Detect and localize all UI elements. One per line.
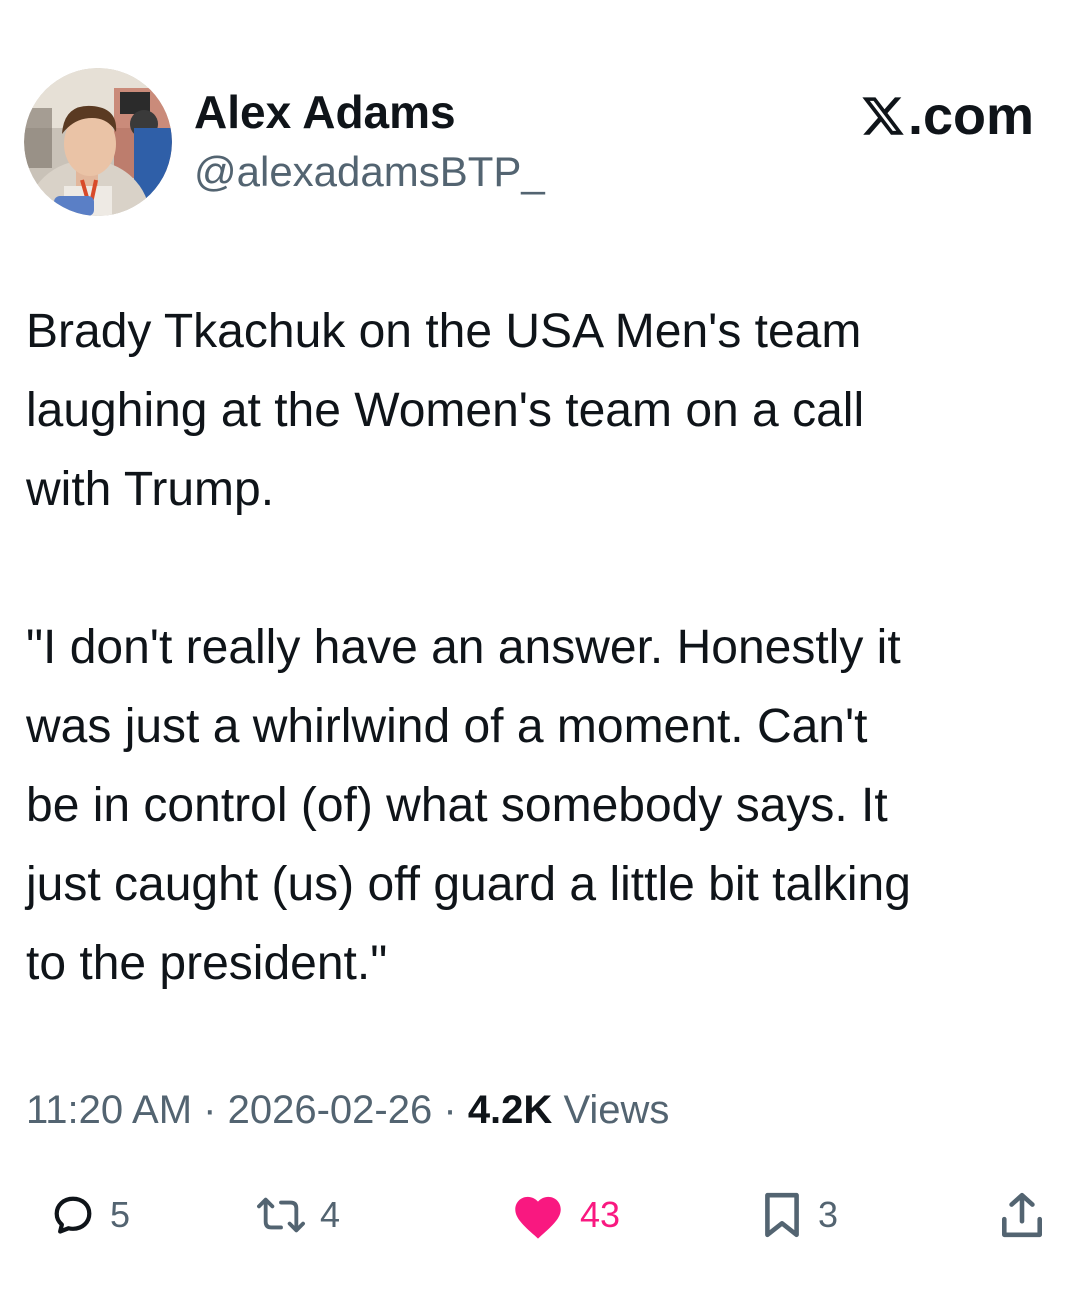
tweet-text: Brady Tkachuk on the USA Men's team laug…: [26, 292, 1056, 1003]
views-count: 4.2K: [467, 1088, 553, 1132]
heart-icon: [515, 1196, 561, 1239]
reply-icon: [54, 1196, 92, 1234]
bookmark-icon: [765, 1192, 799, 1238]
reply-count: 5: [110, 1194, 131, 1235]
bookmark-count: 3: [818, 1194, 839, 1235]
avatar-photo: [24, 68, 172, 216]
author-handle[interactable]: @alexadamsBTP_: [194, 146, 545, 198]
bookmark-button[interactable]: 3: [760, 1180, 838, 1250]
tweet-paragraph: "I don't really have an answer. Honestly…: [26, 621, 911, 990]
like-button[interactable]: 43: [510, 1180, 620, 1250]
tweet-meta: 11:20 AM · 2026-02-26 · 4.2K Views: [26, 1084, 669, 1136]
tweet-card: Alex Adams @alexadamsBTP_ .com Brady Tka…: [0, 0, 1080, 1289]
meta-separator: ·: [443, 1088, 457, 1132]
share-button[interactable]: [998, 1180, 1046, 1250]
share-icon: [1002, 1192, 1043, 1238]
action-bar: 5 4 43 3: [0, 1180, 1080, 1250]
reply-button[interactable]: 5: [50, 1180, 130, 1250]
views-label: Views: [563, 1088, 670, 1132]
meta-separator: ·: [203, 1088, 217, 1132]
brand-label: .com: [907, 86, 1034, 146]
tweet-paragraph: Brady Tkachuk on the USA Men's team laug…: [26, 305, 865, 516]
author-name[interactable]: Alex Adams: [194, 84, 456, 140]
repost-button[interactable]: 4: [256, 1180, 340, 1250]
like-count: 43: [580, 1194, 621, 1235]
x-com-brand: .com: [860, 86, 1034, 146]
repost-count: 4: [320, 1194, 341, 1235]
x-logo-icon: [860, 93, 906, 139]
avatar[interactable]: [24, 68, 172, 216]
repost-icon: [257, 1197, 305, 1233]
tweet-date[interactable]: 2026-02-26: [228, 1088, 433, 1132]
tweet-time[interactable]: 11:20 AM: [26, 1088, 192, 1132]
